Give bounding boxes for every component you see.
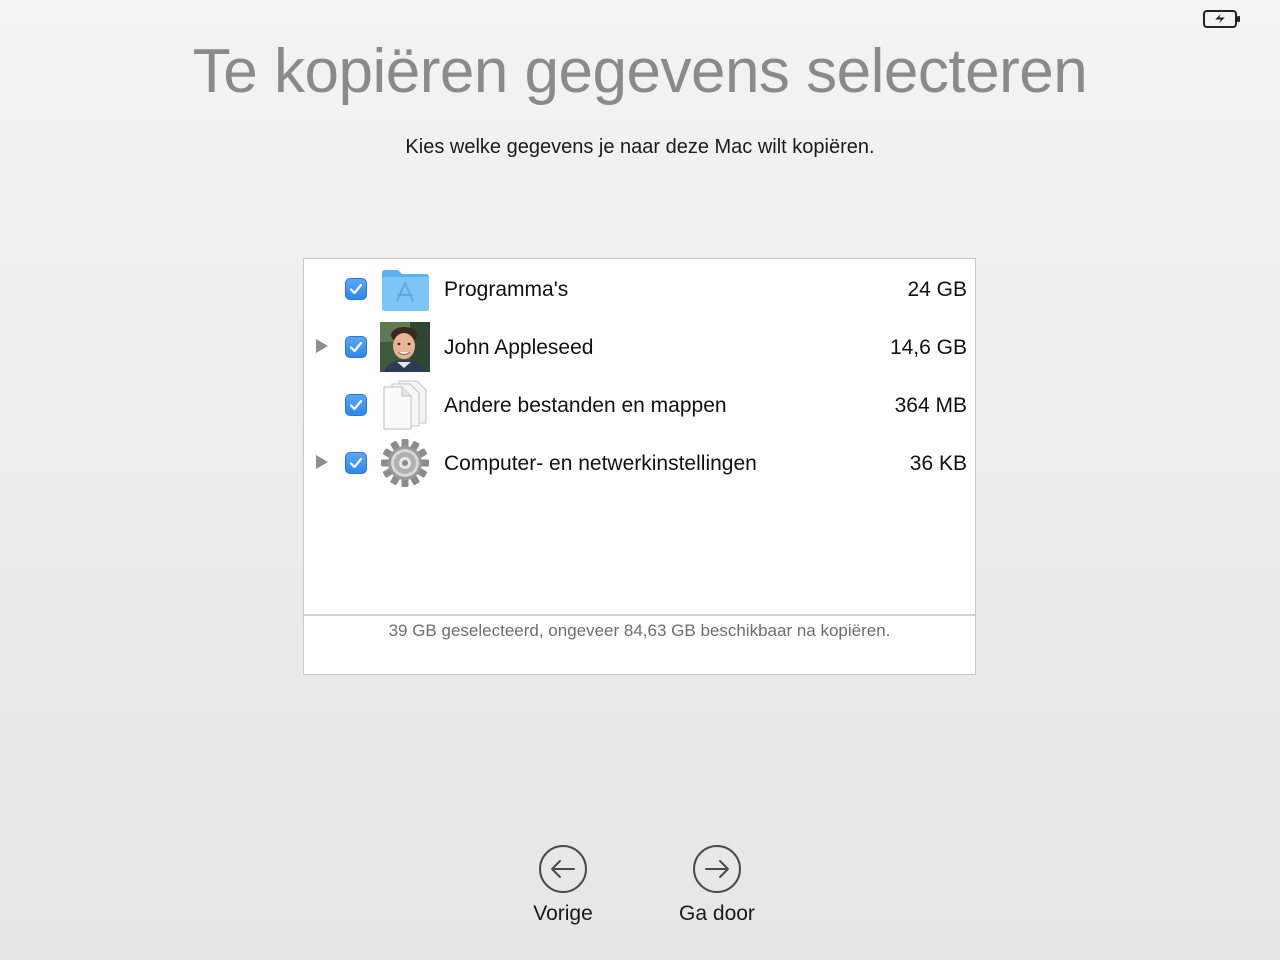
continue-button-label[interactable]: Ga door bbox=[647, 902, 787, 926]
page-title: Te kopiëren gegevens selecteren bbox=[192, 37, 1088, 106]
selection-summary: 39 GB geselecteerd, ongeveer 84,63 GB be… bbox=[388, 621, 891, 640]
item-label: Programma's bbox=[444, 278, 569, 301]
arrow-right-circle-icon[interactable] bbox=[692, 844, 742, 894]
applications-folder-icon bbox=[382, 270, 429, 311]
migration-data-panel: Programma's 24 GB John Appleseed 14,6 GB… bbox=[303, 258, 976, 675]
item-label: John Appleseed bbox=[444, 336, 594, 359]
list-item-settings[interactable]: Computer- en netwerkinstellingen 36 KB bbox=[304, 435, 975, 491]
data-item-list: Programma's 24 GB John Appleseed 14,6 GB… bbox=[304, 259, 975, 616]
other-files-checkbox[interactable] bbox=[345, 394, 367, 416]
checkmark-icon bbox=[349, 457, 363, 469]
back-button-label[interactable]: Vorige bbox=[493, 902, 633, 926]
item-label: Computer- en netwerkinstellingen bbox=[444, 452, 757, 475]
page-subtitle: Kies welke gegevens je naar deze Mac wil… bbox=[405, 136, 875, 158]
settings-checkbox[interactable] bbox=[345, 452, 367, 474]
gear-icon bbox=[381, 439, 429, 487]
checkmark-icon bbox=[349, 283, 363, 295]
user-account-checkbox[interactable] bbox=[345, 336, 367, 358]
disclosure-triangle-icon[interactable] bbox=[316, 455, 328, 469]
applications-checkbox[interactable] bbox=[345, 278, 367, 300]
item-size: 364 MB bbox=[894, 394, 967, 417]
item-size: 14,6 GB bbox=[889, 336, 967, 359]
item-label: Andere bestanden en mappen bbox=[444, 394, 727, 417]
checkmark-icon bbox=[349, 399, 363, 411]
list-item-applications[interactable]: Programma's 24 GB bbox=[304, 261, 975, 317]
disclosure-triangle-icon[interactable] bbox=[316, 339, 328, 353]
item-size: 24 GB bbox=[907, 278, 967, 301]
user-avatar-icon bbox=[380, 322, 430, 372]
item-size: 36 KB bbox=[909, 452, 967, 475]
documents-icon bbox=[383, 380, 427, 430]
checkmark-icon bbox=[349, 341, 363, 353]
arrow-left-circle-icon[interactable] bbox=[538, 844, 588, 894]
back-button[interactable]: Vorige bbox=[493, 844, 633, 934]
continue-button[interactable]: Ga door bbox=[647, 844, 787, 934]
battery-charging-icon[interactable] bbox=[1202, 8, 1242, 30]
list-item-other-files[interactable]: Andere bestanden en mappen 364 MB bbox=[304, 377, 975, 433]
list-item-user-account[interactable]: John Appleseed 14,6 GB bbox=[304, 319, 975, 375]
